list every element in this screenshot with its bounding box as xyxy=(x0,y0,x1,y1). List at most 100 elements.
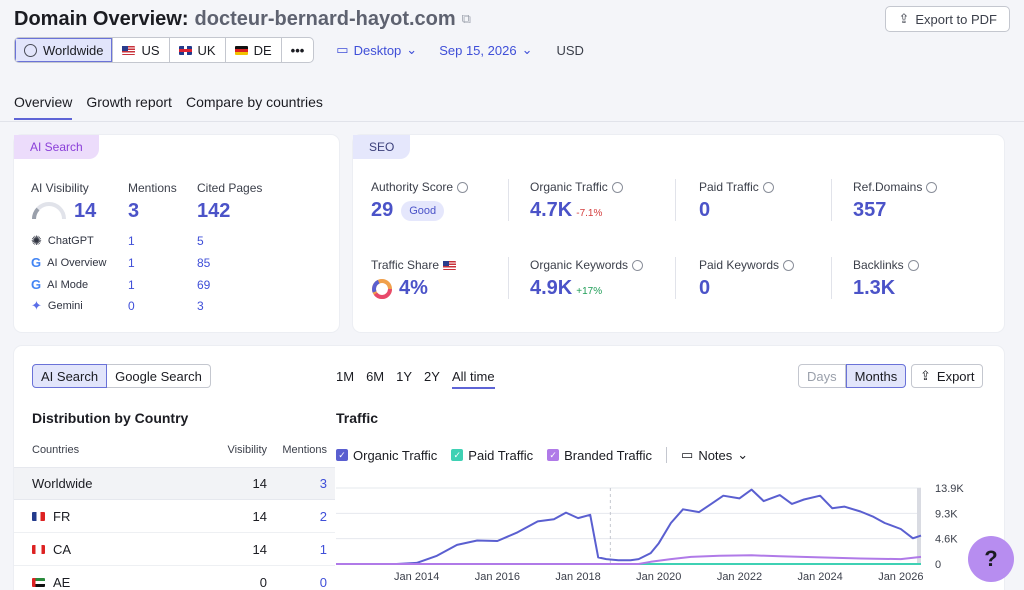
region-us[interactable]: US xyxy=(113,38,170,62)
months-toggle[interactable]: Months xyxy=(845,364,907,388)
table-row[interactable]: FR 14 2 xyxy=(14,500,335,533)
metric-label: Authority Score xyxy=(371,180,454,194)
paid-keywords-value[interactable]: 0 xyxy=(699,277,710,300)
mentions-label: Mentions xyxy=(128,181,177,195)
organic-keywords-value[interactable]: 4.9K xyxy=(530,277,572,300)
metric-label: Paid Keywords xyxy=(699,258,780,272)
info-icon[interactable] xyxy=(907,259,919,271)
visibility-value: 0 xyxy=(259,575,267,590)
col-countries: Countries xyxy=(32,444,80,456)
col-visibility: Visibility xyxy=(227,444,267,456)
current-period-bar xyxy=(917,488,921,564)
ai-search-toggle[interactable]: AI Search xyxy=(32,364,108,388)
paid-traffic-value[interactable]: 0 xyxy=(699,199,710,222)
chevron-down-icon: ⌄ xyxy=(737,447,749,462)
engine-chatgpt: ✺ ChatGPT xyxy=(31,233,94,249)
info-icon[interactable] xyxy=(783,259,795,271)
tab-compare-by-countries[interactable]: Compare by countries xyxy=(186,94,323,120)
info-icon[interactable] xyxy=(762,181,774,193)
info-icon[interactable] xyxy=(457,181,469,193)
traffic-chart[interactable]: 13.9K 9.3K 4.6K 0 Jan 2014 Jan 2016 Jan 2018 Ja… xyxy=(336,476,991,590)
range-6m[interactable]: 6M xyxy=(366,369,384,389)
chatgpt-mentions[interactable]: 1 xyxy=(128,234,135,248)
table-row[interactable]: Worldwide 14 3 xyxy=(14,467,335,500)
region-label: Worldwide xyxy=(43,42,104,58)
authority-score-label: Authority Score xyxy=(371,180,469,194)
region-worldwide[interactable]: Worldwide xyxy=(15,38,114,62)
country-name: CA xyxy=(53,541,72,557)
mentions-value[interactable]: 3 xyxy=(320,476,327,491)
y-tick-label: 0 xyxy=(935,559,941,571)
mentions-value[interactable]: 1 xyxy=(320,542,327,557)
cited-pages-value: 142 xyxy=(197,200,231,222)
seo-pill: SEO xyxy=(353,135,411,159)
ai-overview-pages[interactable]: 85 xyxy=(197,256,210,270)
days-toggle[interactable]: Days xyxy=(798,364,846,388)
region-de[interactable]: DE xyxy=(226,38,282,62)
legend-label: Paid Traffic xyxy=(468,447,534,463)
authority-score-value[interactable]: 29 xyxy=(371,199,393,222)
info-icon[interactable] xyxy=(611,181,623,193)
google-icon: G xyxy=(31,277,42,292)
table-row[interactable]: AE 0 0 xyxy=(14,566,335,590)
domain-name[interactable]: docteur-bernard-hayot.com xyxy=(195,8,456,31)
divider xyxy=(675,257,676,299)
engine-label: AI Mode xyxy=(47,278,89,291)
visibility-value: 14 xyxy=(252,508,267,524)
y-tick-label: 9.3K xyxy=(935,508,958,520)
country-name: FR xyxy=(53,508,71,524)
us-flag-icon xyxy=(122,45,136,55)
ai-mode-pages[interactable]: 69 xyxy=(197,278,210,292)
tab-growth-report[interactable]: Growth report xyxy=(86,94,172,120)
ai-mode-mentions[interactable]: 1 xyxy=(128,278,135,292)
country-cell: AE xyxy=(32,575,70,590)
mentions-value[interactable]: 2 xyxy=(320,509,327,524)
traffic-share-value[interactable]: 4% xyxy=(399,277,428,300)
ai-search-pill: AI Search xyxy=(14,135,99,159)
gemini-pages[interactable]: 3 xyxy=(197,299,204,313)
google-icon: G xyxy=(31,255,42,270)
series-organic-traffic xyxy=(336,488,922,565)
legend-paid[interactable]: ✓ Paid Traffic xyxy=(451,448,533,463)
range-2y[interactable]: 2Y xyxy=(424,369,440,389)
region-label: DE xyxy=(253,42,272,58)
notes-dropdown[interactable]: ▭ Notes ⌄ xyxy=(681,447,748,463)
external-link-icon[interactable]: ⧉ xyxy=(462,11,471,27)
divider xyxy=(831,257,832,299)
range-1y[interactable]: 1Y xyxy=(396,369,412,389)
table-row[interactable]: CA 14 1 xyxy=(14,533,335,566)
export-pdf-button[interactable]: ⇪ Export to PDF xyxy=(885,6,1010,32)
date-dropdown[interactable]: Sep 15, 2026 ⌄ xyxy=(439,42,532,58)
checkbox-checked-icon: ✓ xyxy=(547,449,560,461)
range-1m[interactable]: 1M xyxy=(336,369,354,389)
info-icon[interactable] xyxy=(632,259,644,271)
range-all-time[interactable]: All time xyxy=(451,369,495,389)
legend-branded[interactable]: ✓ Branded Traffic xyxy=(547,448,652,463)
device-dropdown[interactable]: ▭ Desktop ⌄ xyxy=(336,42,417,58)
legend-organic[interactable]: ✓ Organic Traffic xyxy=(336,448,437,463)
google-search-toggle[interactable]: Google Search xyxy=(107,364,211,388)
mentions-value[interactable]: 0 xyxy=(320,575,327,590)
info-icon[interactable] xyxy=(926,181,938,193)
ai-overview-mentions[interactable]: 1 xyxy=(128,256,135,270)
cited-pages-label: Cited Pages xyxy=(197,181,263,195)
engine-ai-mode: G AI Mode xyxy=(31,277,88,292)
chatgpt-pages[interactable]: 5 xyxy=(197,234,204,248)
device-label: Desktop xyxy=(353,42,402,58)
ref-domains-value[interactable]: 357 xyxy=(853,199,886,222)
metric-label: Organic Traffic xyxy=(530,180,608,194)
region-uk[interactable]: UK xyxy=(170,38,226,62)
organic-traffic-value[interactable]: 4.7K xyxy=(530,199,572,222)
tab-overview[interactable]: Overview xyxy=(14,94,73,120)
comment-icon: ▭ xyxy=(681,447,694,462)
more-regions-button[interactable]: ••• xyxy=(282,38,314,62)
export-button[interactable]: ⇪ Export xyxy=(911,364,984,388)
country-cell: CA xyxy=(32,542,71,557)
more-icon: ••• xyxy=(290,42,305,58)
mentions-value: 3 xyxy=(128,200,140,222)
x-tick-label: Jan 2026 xyxy=(878,571,923,583)
backlinks-value[interactable]: 1.3K xyxy=(853,277,895,300)
desktop-icon: ▭ xyxy=(336,42,349,57)
help-button[interactable]: ? xyxy=(968,536,1014,582)
gemini-mentions[interactable]: 0 xyxy=(128,299,135,313)
